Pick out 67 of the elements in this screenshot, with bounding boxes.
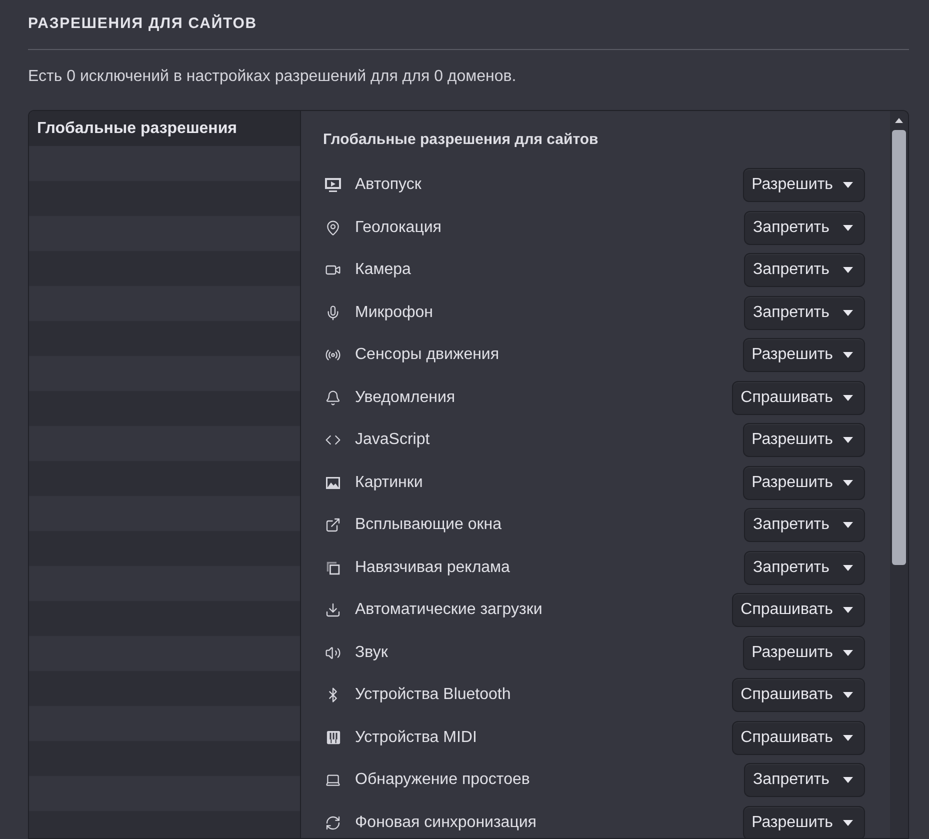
permission-label: Сенсоры движения bbox=[355, 345, 500, 366]
permission-label: Навязчивая реклама bbox=[355, 558, 510, 578]
permission-label: Устройства MIDI bbox=[355, 728, 477, 748]
laptop-icon bbox=[325, 772, 341, 788]
external-link-icon bbox=[325, 517, 341, 534]
caret-icon bbox=[843, 692, 853, 698]
permission-label: Микрофон bbox=[355, 302, 433, 323]
permission-dropdown[interactable]: Запретить bbox=[744, 296, 865, 330]
caret-icon bbox=[843, 650, 853, 656]
permission-label: Автопуск bbox=[355, 175, 422, 196]
map-pin-icon bbox=[325, 220, 341, 236]
permission-dropdown[interactable]: Запретить bbox=[744, 763, 865, 798]
caret-icon bbox=[843, 820, 853, 826]
permission-dropdown[interactable]: Разрешить bbox=[742, 168, 865, 202]
permission-label: Геолокация bbox=[355, 218, 442, 238]
caret-icon bbox=[843, 224, 853, 231]
caret-icon bbox=[843, 310, 853, 316]
permission-dropdown[interactable]: Запретить bbox=[744, 550, 865, 585]
permission-label: Автоматические загрузки bbox=[355, 600, 542, 620]
permission-dropdown[interactable]: Запретить bbox=[744, 253, 865, 288]
permissions-title: Глобальные разрешения для сайтов bbox=[323, 131, 598, 148]
caret-icon bbox=[843, 734, 853, 741]
permission-label: Всплывающие окна bbox=[355, 515, 502, 536]
permission-dropdown[interactable]: Спрашивать bbox=[732, 380, 865, 415]
scrollbar-thumb[interactable] bbox=[892, 130, 906, 565]
download-icon bbox=[325, 602, 341, 618]
permission-dropdown[interactable]: Спрашивать bbox=[732, 720, 865, 755]
permission-label: Картинки bbox=[355, 472, 423, 493]
caret-icon bbox=[843, 480, 853, 486]
play-screen-icon bbox=[324, 177, 342, 194]
permission-dropdown[interactable]: Запретить bbox=[744, 210, 865, 245]
caret-icon bbox=[843, 564, 853, 571]
permission-label: Обнаружение простоев bbox=[355, 770, 530, 790]
caret-icon bbox=[843, 182, 853, 188]
permission-label: Камера bbox=[355, 260, 411, 280]
permission-label: Фоновая синхронизация bbox=[355, 812, 536, 833]
permission-dropdown[interactable]: Спрашивать bbox=[732, 593, 865, 628]
domain-list-item[interactable]: Глобальные разрешения bbox=[29, 111, 300, 146]
bell-icon bbox=[325, 390, 341, 406]
overlapping-squares-icon bbox=[326, 560, 340, 575]
caret-icon bbox=[843, 267, 853, 274]
caret-icon bbox=[843, 352, 853, 358]
permission-dropdown[interactable]: Разрешить bbox=[742, 806, 865, 838]
caret-icon bbox=[843, 607, 853, 614]
caret-icon bbox=[843, 394, 853, 401]
broadcast-icon bbox=[325, 347, 341, 364]
section-title: РАЗРЕШЕНИЯ ДЛЯ САЙТОВ bbox=[28, 13, 257, 34]
permission-label: JavaScript bbox=[355, 430, 430, 450]
permission-dropdown[interactable]: Разрешить bbox=[742, 636, 865, 670]
image-icon bbox=[325, 474, 341, 491]
permission-dropdown[interactable]: Спрашивать bbox=[732, 678, 865, 712]
caret-icon bbox=[843, 522, 853, 528]
permission-dropdown[interactable]: Разрешить bbox=[742, 423, 865, 458]
caret-icon bbox=[843, 777, 853, 784]
speaker-icon bbox=[325, 644, 341, 661]
permission-dropdown[interactable]: Разрешить bbox=[742, 338, 865, 372]
scroll-up-arrow-icon[interactable] bbox=[895, 118, 903, 123]
permission-label: Звук bbox=[355, 642, 388, 663]
microphone-icon bbox=[325, 304, 341, 321]
permission-label: Уведомления bbox=[355, 388, 456, 408]
permission-dropdown[interactable]: Разрешить bbox=[742, 466, 865, 500]
sync-arrows-icon bbox=[325, 814, 341, 831]
caret-icon bbox=[843, 437, 853, 444]
permission-dropdown[interactable]: Запретить bbox=[744, 508, 865, 542]
permission-label: Устройства Bluetooth bbox=[355, 685, 511, 706]
exceptions-description: Есть 0 исключений в настройках разрешений для для 0 доменов. bbox=[28, 67, 516, 87]
piano-keys-icon bbox=[326, 730, 340, 746]
